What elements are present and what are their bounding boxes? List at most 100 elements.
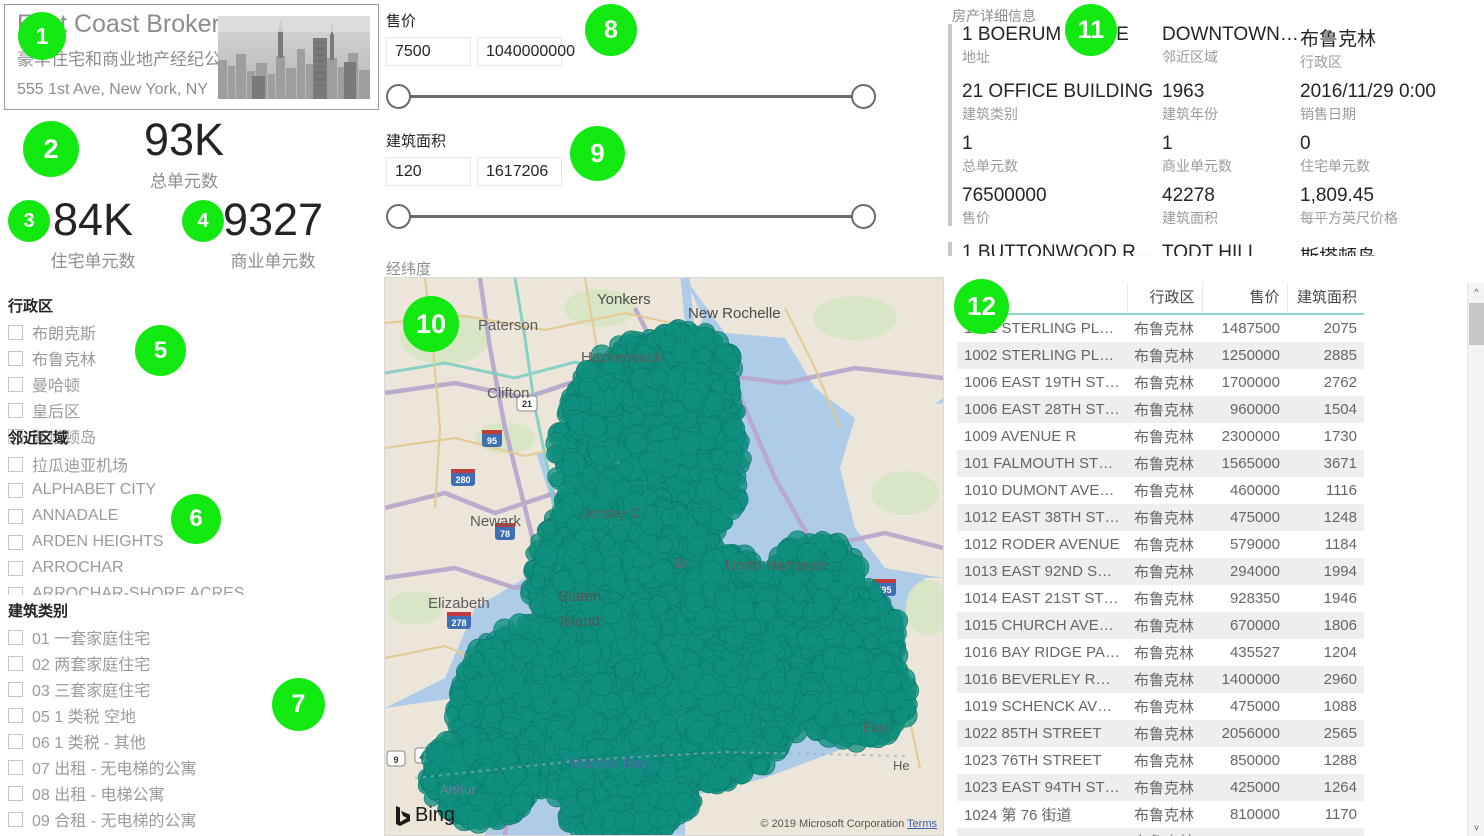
slicer-building-class-list[interactable]: 01 一套家庭住宅 02 两套家庭住宅 03 三套家庭住宅 05 1 类税 空地… <box>8 624 378 836</box>
checkbox-icon[interactable] <box>8 786 23 801</box>
gross-area-min-input[interactable]: 120 <box>386 157 471 186</box>
slicer-item[interactable]: 布朗克斯 <box>8 319 368 345</box>
table-row[interactable]: 1016 BAY RIDGE PARKWAY布鲁克林4355271204 <box>957 639 1364 666</box>
page-scrollbar[interactable]: ^ ˅ <box>1467 283 1484 836</box>
cell-address: 1014 EAST 21ST STREET <box>957 585 1127 612</box>
cell-sale-price: 2300000 <box>1202 423 1287 450</box>
table-row[interactable]: 1019 SCHENCK AVENUE布鲁克林4750001088 <box>957 693 1364 720</box>
slicer-item[interactable]: ARROCHAR <box>8 555 368 581</box>
checkbox-icon[interactable] <box>8 509 23 524</box>
column-header-gross-area[interactable]: 建筑面积 <box>1287 283 1364 314</box>
checkbox-icon[interactable] <box>8 403 23 418</box>
bing-map[interactable]: 21 95 280 9 78 1 495 278 440 9 Paterson … <box>384 277 944 836</box>
slicer-item-label: 布鲁克林 <box>32 346 96 370</box>
checkbox-icon[interactable] <box>8 734 23 749</box>
checkbox-icon[interactable] <box>8 630 23 645</box>
sale-price-max-handle[interactable] <box>851 84 876 109</box>
slicer-item[interactable]: ARROCHAR-SHORE ACRES <box>8 581 368 595</box>
table-row[interactable]: 1010 DUMONT AVENUE布鲁克林4600001116 <box>957 477 1364 504</box>
slicer-building-class-title: 建筑类别 <box>8 600 378 621</box>
map-terms-link[interactable]: Terms <box>907 818 937 830</box>
table-row[interactable]: 1001 STERLING PLACE布鲁克林14875002075 <box>957 314 1364 342</box>
property-detail-field: 0 住宅单元数 <box>1300 133 1480 176</box>
slicer-item[interactable]: 10 合租 - 电梯公寓 <box>8 832 378 836</box>
table-row[interactable]: 1023 EAST 94TH STREET布鲁克林4250001264 <box>957 774 1364 801</box>
cell-borough: 布鲁克林 <box>1127 747 1202 774</box>
checkbox-icon[interactable] <box>8 325 23 340</box>
gross-area-max-input[interactable]: 1617206 <box>477 157 562 186</box>
cell-address: 1023 76TH STREET <box>957 747 1127 774</box>
checkbox-icon[interactable] <box>8 561 23 576</box>
gross-area-max-handle[interactable] <box>851 204 876 229</box>
column-header-borough[interactable]: 行政区 <box>1127 283 1202 314</box>
slicer-item-label: 08 出租 - 电梯公寓 <box>32 781 164 805</box>
slicer-item[interactable]: 布鲁克林 <box>8 345 368 371</box>
slicer-item[interactable]: 拉瓜迪亚机场 <box>8 451 368 477</box>
table-row[interactable]: 1012 EAST 38TH STREET布鲁克林4750001248 <box>957 504 1364 531</box>
table-row[interactable]: 1016 BEVERLEY ROAD布鲁克林14000002960 <box>957 666 1364 693</box>
cell-gross-area: 1806 <box>1287 612 1364 639</box>
slicer-item-label: ARROCHAR <box>32 559 124 577</box>
table-row[interactable]: 1009 AVENUE R布鲁克林23000001730 <box>957 423 1364 450</box>
checkbox-icon[interactable] <box>8 535 23 550</box>
property-detail-card[interactable]: 1 BOERUM PLACE 地址 DOWNTOWN-FUL... 邻近区域 布… <box>944 24 1484 228</box>
table-row[interactable]: 1014 EAST 21ST STREET布鲁克林9283501946 <box>957 585 1364 612</box>
property-detail-field: 1 BOERUM PLACE 地址 <box>962 24 1162 72</box>
scroll-up-arrow-icon[interactable]: ^ <box>1468 283 1484 300</box>
cell-sale-price: 1565000 <box>1202 450 1287 477</box>
slicer-item[interactable]: 07 出租 - 无电梯的公寓 <box>8 754 378 780</box>
checkbox-icon[interactable] <box>8 351 23 366</box>
sale-price-min-input[interactable]: 7500 <box>386 37 471 66</box>
property-total-units-key: 总单元数 <box>962 156 1162 176</box>
bing-logo[interactable]: Bing <box>395 804 455 827</box>
cell-address: 1002 STERLING PLACE <box>957 342 1127 369</box>
checkbox-icon[interactable] <box>8 377 23 392</box>
checkbox-icon[interactable] <box>8 812 23 827</box>
property-details-panel[interactable]: 1 BOERUM PLACE 地址 DOWNTOWN-FUL... 邻近区域 布… <box>944 24 1484 256</box>
svg-text:9: 9 <box>393 755 398 765</box>
table-row[interactable]: 1006 EAST 19TH STREET布鲁克林17000002762 <box>957 369 1364 396</box>
table-row[interactable]: 1023 76TH STREET布鲁克林8500001288 <box>957 747 1364 774</box>
slicer-item[interactable]: 06 1 类税 - 其他 <box>8 728 378 754</box>
table-row[interactable]: 1022 85TH STREET布鲁克林20560002565 <box>957 720 1364 747</box>
sale-price-min-handle[interactable] <box>386 84 411 109</box>
property-table[interactable]: 行政区 售价 建筑面积 1001 STERLING PLACE布鲁克林14875… <box>957 283 1447 836</box>
checkbox-icon[interactable] <box>8 656 23 671</box>
gross-area-track[interactable] <box>386 204 876 230</box>
cell-gross-area: 1204 <box>1287 639 1364 666</box>
checkbox-icon[interactable] <box>8 483 23 498</box>
property-gross-area-value: 42278 <box>1162 185 1300 207</box>
gross-area-min-handle[interactable] <box>386 204 411 229</box>
checkbox-icon[interactable] <box>8 760 23 775</box>
table-row[interactable]: 1013 EAST 92ND STREET布鲁克林2940001994 <box>957 558 1364 585</box>
cell-sale-price: 475000 <box>1202 693 1287 720</box>
table-row[interactable]: 1024 EAST 26TH STREET布鲁克林10842331851 <box>957 828 1364 836</box>
table-row[interactable]: 1006 EAST 28TH STREET布鲁克林9600001504 <box>957 396 1364 423</box>
scrollbar-thumb[interactable] <box>1469 303 1484 345</box>
slicer-item[interactable]: 曼哈顿 <box>8 371 368 397</box>
table-body: 1001 STERLING PLACE布鲁克林148750020751002 S… <box>957 314 1364 836</box>
cell-borough: 布鲁克林 <box>1127 504 1202 531</box>
table-row[interactable]: 1002 STERLING PLACE布鲁克林12500002885 <box>957 342 1364 369</box>
sale-price-max-input[interactable]: 1040000000 <box>477 37 562 66</box>
slicer-item[interactable]: 02 两套家庭住宅 <box>8 650 378 676</box>
table-row[interactable]: 1015 CHURCH AVENUE布鲁克林6700001806 <box>957 612 1364 639</box>
kpi-total-units-label: 总单元数 <box>96 167 272 192</box>
slicer-item[interactable]: 08 出租 - 电梯公寓 <box>8 780 378 806</box>
sale-price-track[interactable] <box>386 84 876 110</box>
property-detail-card[interactable]: 1 BUTTONWOOD R... TODT HILL 斯塔顿岛 <box>944 242 1484 256</box>
checkbox-icon[interactable] <box>8 708 23 723</box>
checkbox-icon[interactable] <box>8 682 23 697</box>
scroll-down-arrow-icon[interactable]: ˅ <box>1468 819 1484 836</box>
checkbox-icon[interactable] <box>8 457 23 472</box>
slicer-item[interactable]: 皇后区 <box>8 397 368 423</box>
cell-gross-area: 1088 <box>1287 693 1364 720</box>
cell-address: 1023 EAST 94TH STREET <box>957 774 1127 801</box>
table-row[interactable]: 1012 RODER AVENUE布鲁克林5790001184 <box>957 531 1364 558</box>
checkbox-icon[interactable] <box>8 587 23 596</box>
table-row[interactable]: 101 FALMOUTH STREET布鲁克林15650003671 <box>957 450 1364 477</box>
slicer-item[interactable]: 09 合租 - 无电梯的公寓 <box>8 806 378 832</box>
slicer-item[interactable]: 01 一套家庭住宅 <box>8 624 378 650</box>
table-row[interactable]: 1024 第 76 街道布鲁克林8100001170 <box>957 801 1364 828</box>
column-header-sale-price[interactable]: 售价 <box>1202 283 1287 314</box>
